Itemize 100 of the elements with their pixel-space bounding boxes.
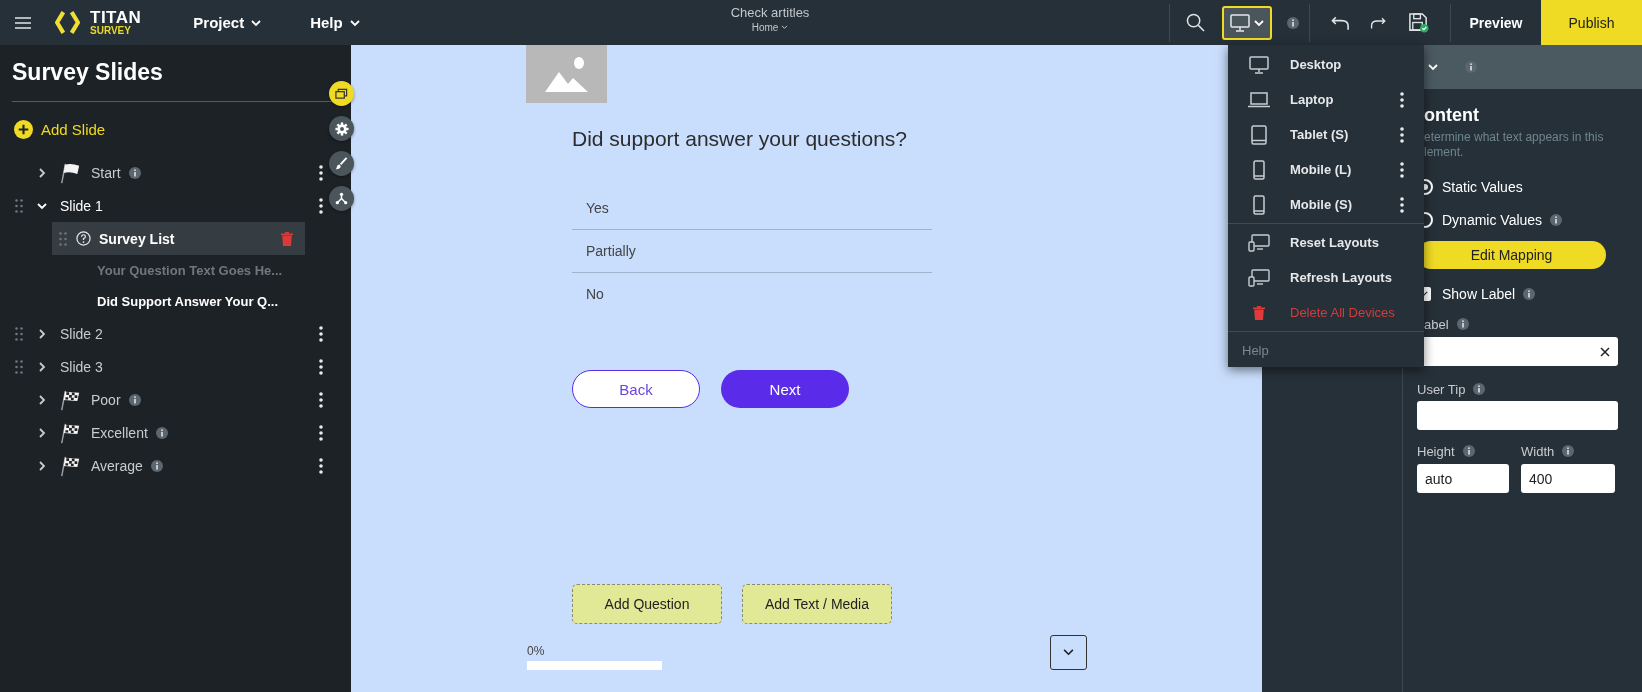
device-button[interactable]: [1222, 5, 1272, 40]
info-icon: [1562, 445, 1575, 457]
close-icon[interactable]: [1600, 346, 1610, 357]
field-label: User Tip: [1417, 381, 1466, 397]
chevron-icon[interactable]: [36, 327, 48, 340]
add-button[interactable]: Add Question: [572, 584, 722, 624]
menu-button[interactable]: Project: [193, 14, 263, 31]
info-icon: [1473, 383, 1486, 395]
layers-icon: [335, 87, 348, 100]
back-button[interactable]: Back: [572, 370, 700, 408]
radio-label[interactable]: Static Values: [1442, 178, 1523, 195]
scroll-down-button[interactable]: [1050, 635, 1087, 670]
phone-icon: [1253, 159, 1265, 180]
more-icon[interactable]: [319, 391, 323, 408]
info-icon: [1462, 445, 1475, 457]
slide-name[interactable]: Slide 3: [60, 358, 103, 375]
field-label: Width: [1521, 443, 1555, 459]
chevron-icon[interactable]: [36, 360, 48, 373]
size-input[interactable]: auto: [1417, 464, 1509, 493]
logo-title: TITAN: [90, 9, 142, 26]
checkered-flag-icon: [59, 454, 81, 477]
info-icon: [1456, 318, 1469, 330]
drag-handle-icon[interactable]: [59, 231, 67, 246]
menu-button[interactable]: Help: [310, 14, 361, 31]
more-icon[interactable]: [1400, 196, 1404, 213]
devices-icon: [1248, 233, 1270, 252]
answer-option[interactable]: Partially: [572, 230, 932, 273]
answer-option[interactable]: No: [572, 273, 932, 316]
next-button[interactable]: Next: [721, 370, 849, 408]
more-icon[interactable]: [319, 325, 323, 342]
more-icon[interactable]: [1400, 126, 1404, 143]
page-selector[interactable]: Home: [751, 22, 789, 33]
more-icon[interactable]: [1400, 91, 1404, 108]
chevron-icon[interactable]: [36, 393, 48, 406]
more-icon[interactable]: [319, 358, 323, 375]
info-icon: [1465, 61, 1477, 73]
checkered-flag-icon: [59, 421, 81, 444]
help-item[interactable]: Help: [1228, 333, 1424, 367]
trash-icon[interactable]: [1253, 305, 1265, 320]
plus-icon: [14, 120, 33, 139]
slide-name[interactable]: Excellent: [91, 424, 148, 441]
slide-name[interactable]: Slide 2: [60, 325, 103, 342]
menu-item[interactable]: Tablet (S): [1228, 117, 1424, 152]
answer-option[interactable]: Yes: [572, 187, 932, 230]
phone-icon: [1253, 194, 1265, 215]
laptop-icon: [1247, 91, 1271, 108]
size-input[interactable]: 400: [1521, 464, 1615, 493]
question-item[interactable]: Your Question Text Goes He...: [0, 255, 351, 286]
flag-icon: [59, 161, 81, 184]
slide-name[interactable]: Poor: [91, 391, 121, 408]
slide-name[interactable]: Average: [91, 457, 143, 474]
menu-item[interactable]: Desktop: [1228, 47, 1424, 82]
caret-icon: [781, 25, 789, 30]
publish-button[interactable]: Publish: [1541, 0, 1642, 45]
checkered-flag-icon: [59, 388, 81, 411]
more-icon[interactable]: [1400, 161, 1404, 178]
description-line: etermine what text appears in this: [1424, 130, 1605, 145]
chevron-icon[interactable]: [36, 459, 48, 472]
question-text: Did support answer your questions?: [572, 126, 907, 152]
field-label: Height: [1417, 443, 1455, 459]
drag-handle-icon[interactable]: [15, 198, 23, 213]
chevron-icon[interactable]: [1427, 61, 1439, 73]
chevron-icon[interactable]: [36, 426, 48, 439]
brush-icon: [335, 157, 348, 170]
checkbox-label[interactable]: Show Label: [1442, 286, 1516, 302]
menu-item[interactable]: Mobile (S): [1228, 187, 1424, 222]
field-label: abel: [1424, 316, 1449, 332]
devices-icon: [1248, 268, 1270, 287]
question-item[interactable]: Did Support Answer Your Q...: [0, 286, 351, 317]
more-icon[interactable]: [319, 197, 323, 214]
trash-icon[interactable]: [281, 231, 293, 246]
slide-name[interactable]: Start: [91, 164, 121, 181]
more-icon[interactable]: [319, 457, 323, 474]
radio-label[interactable]: Dynamic Values: [1442, 211, 1543, 228]
more-icon[interactable]: [319, 164, 323, 181]
user-tip-input[interactable]: [1417, 401, 1618, 430]
menu-item[interactable]: Mobile (L): [1228, 152, 1424, 187]
drag-handle-icon[interactable]: [15, 326, 23, 341]
monitor-icon: [1229, 13, 1250, 32]
add-slide-button[interactable]: Add Slide: [14, 120, 106, 139]
description-line: lement.: [1424, 145, 1465, 160]
logo-icon: [55, 10, 80, 35]
save-icon: [1407, 12, 1429, 33]
image-placeholder-icon: [526, 45, 607, 103]
chevron-icon[interactable]: [36, 166, 48, 179]
add-button[interactable]: Add Text / Media: [742, 584, 892, 624]
tablet-icon: [1251, 124, 1267, 145]
drag-handle-icon[interactable]: [15, 359, 23, 374]
document-title: Check artitles: [730, 5, 810, 20]
preview-button[interactable]: Preview: [1451, 0, 1541, 45]
undo-icon: [1330, 14, 1350, 31]
more-icon[interactable]: [319, 424, 323, 441]
tree-item[interactable]: Survey List: [52, 222, 305, 255]
slide-name[interactable]: Slide 1: [60, 197, 103, 214]
menu-icon[interactable]: [15, 16, 31, 29]
info-icon: [1287, 16, 1299, 29]
chevron-icon: [1063, 649, 1074, 656]
search-icon: [1186, 13, 1205, 32]
progress-label: 0%: [527, 644, 546, 658]
menu-item[interactable]: Laptop: [1228, 82, 1424, 117]
